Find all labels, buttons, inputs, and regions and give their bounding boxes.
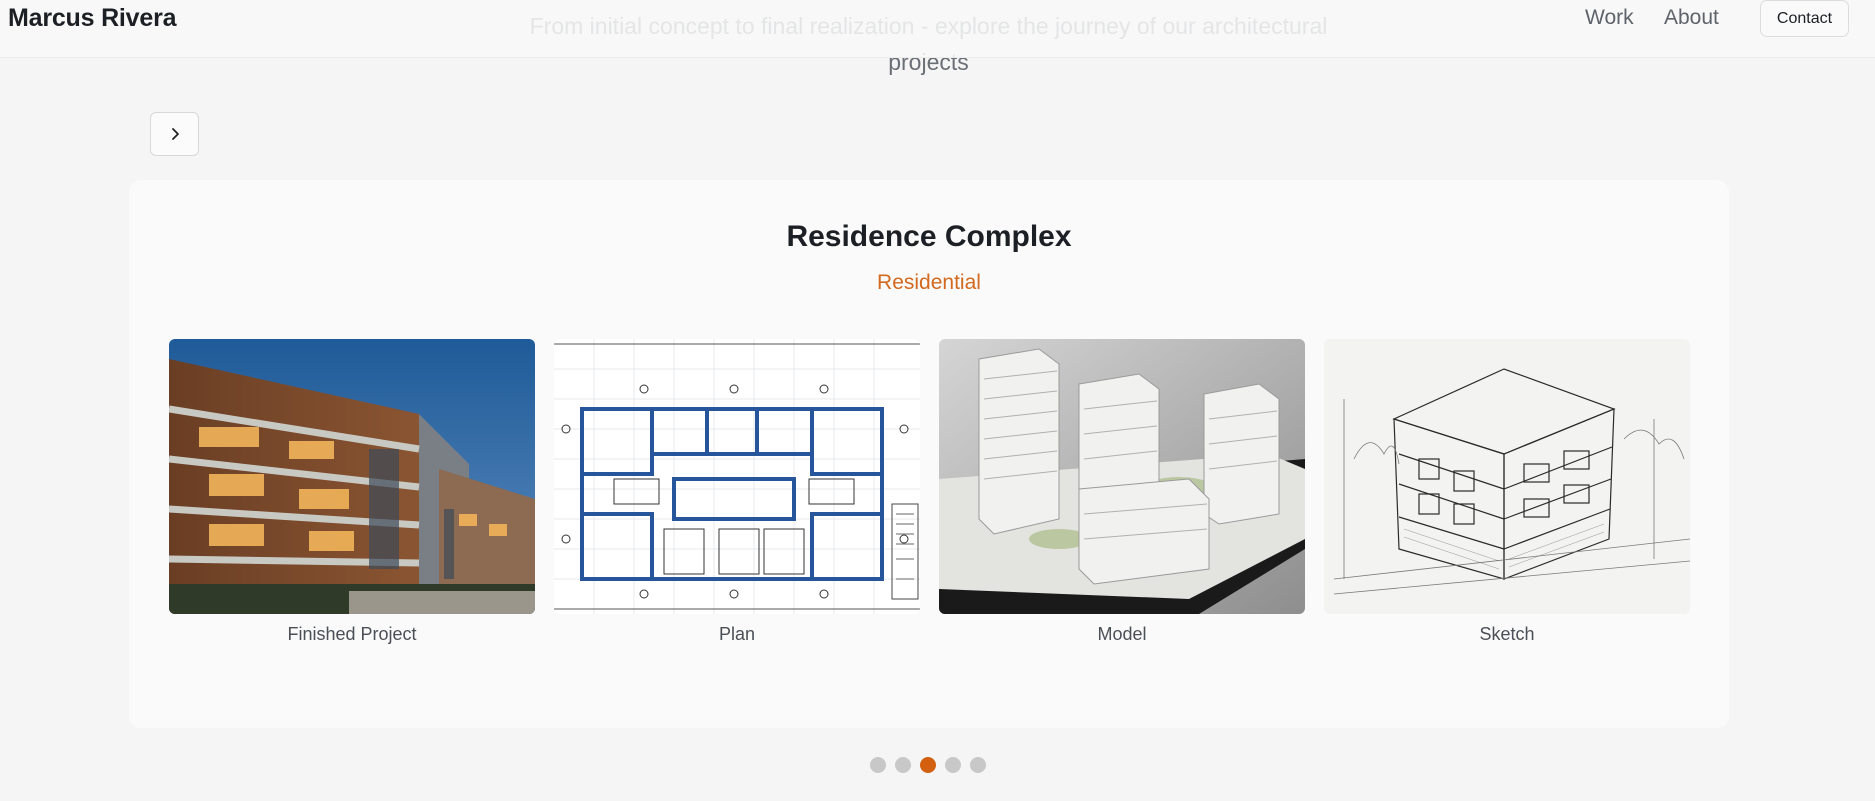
pagination-dot-5[interactable]: [970, 757, 986, 773]
pagination-dot-4[interactable]: [945, 757, 961, 773]
nav-link-about[interactable]: About: [1664, 6, 1719, 30]
architectural-model-photo[interactable]: [939, 339, 1305, 614]
chevron-right-icon: [171, 128, 179, 140]
contact-button[interactable]: Contact: [1760, 0, 1849, 37]
stage-label: Sketch: [1479, 624, 1535, 644]
floor-plan-drawing[interactable]: [554, 339, 920, 614]
carousel-pagination: [870, 757, 986, 773]
pagination-dot-1[interactable]: [870, 757, 886, 773]
stage-plan[interactable]: Plan: [554, 339, 920, 645]
stage-label: Plan: [718, 624, 756, 644]
finished-building-photo[interactable]: [169, 339, 535, 614]
pagination-dot-3-active[interactable]: [920, 757, 936, 773]
pencil-sketch[interactable]: [1324, 339, 1690, 614]
top-navigation-bar: Marcus Rivera Work About Contact: [0, 0, 1875, 58]
project-category: Residential: [877, 271, 981, 294]
stage-sketch[interactable]: Sketch: [1324, 339, 1690, 645]
stage-model[interactable]: Model: [939, 339, 1305, 645]
carousel-next-button[interactable]: [150, 112, 199, 156]
brand-name[interactable]: Marcus Rivera: [8, 4, 177, 33]
project-card: Residence Complex Residential Finished P…: [129, 180, 1729, 728]
pagination-dot-2[interactable]: [895, 757, 911, 773]
project-title: Residence Complex: [786, 220, 1072, 253]
stage-label: Model: [1097, 624, 1147, 644]
nav-link-work[interactable]: Work: [1585, 6, 1634, 30]
stage-finished-project[interactable]: Finished Project: [169, 339, 535, 645]
stage-label: Finished Project: [287, 624, 417, 644]
